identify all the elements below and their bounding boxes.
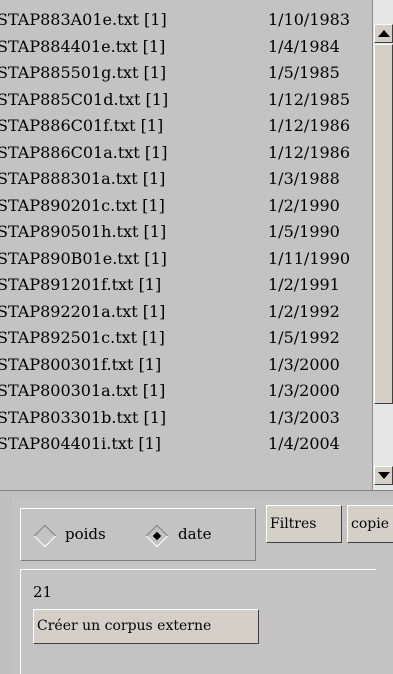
- list-item[interactable]: STAP890B01e.txt [1] 1/11/1990: [0, 246, 372, 273]
- file-name: STAP884401e.txt [1]: [0, 36, 166, 56]
- file-listbox[interactable]: STAP883A01e.txt [1] 1/10/1983 STAP884401e.…: [0, 0, 393, 491]
- file-name: STAP888301a.txt [1]: [0, 169, 166, 188]
- file-date: 1/12/1986: [268, 116, 351, 135]
- list-item[interactable]: STAP886C01a.txt [1] 1/12/1986: [0, 140, 372, 167]
- file-date: 1/11/1990: [268, 248, 351, 268]
- scroll-up-button[interactable]: [374, 24, 393, 43]
- list-item[interactable]: STAP884401e.txt [1] 1/4/1984: [0, 34, 372, 61]
- file-name: STAP800301f.txt [1]: [0, 354, 162, 374]
- list-item[interactable]: STAP886C01f.txt [1] 1/12/1986: [0, 113, 372, 140]
- creer-corpus-button[interactable]: Créer un corpus externe: [33, 609, 259, 644]
- file-name: STAP883A01e.txt [1]: [0, 10, 167, 29]
- list-item[interactable]: STAP803301b.txt [1] 1/3/2003: [0, 405, 372, 432]
- list-item[interactable]: STAP892201a.txt [1] 1/2/1992: [0, 299, 372, 326]
- list-item[interactable]: STAP885501g.txt [1] 1/5/1985: [0, 60, 372, 87]
- file-name: STAP803301b.txt [1]: [0, 407, 167, 427]
- arrow-up-icon: [378, 30, 390, 37]
- scroll-down-button[interactable]: [374, 466, 393, 485]
- arrow-down-icon: [378, 472, 390, 479]
- list-item[interactable]: STAP800301f.txt [1] 1/3/2000: [0, 352, 372, 379]
- file-name: STAP886C01a.txt [1]: [0, 142, 168, 162]
- list-item[interactable]: STAP804401i.txt [1] 1/4/2004: [0, 431, 372, 458]
- list-item[interactable]: STAP890201c.txt [1] 1/2/1990: [0, 193, 372, 220]
- list-item[interactable]: STAP888301a.txt [1] 1/3/1988: [0, 166, 372, 193]
- list-item[interactable]: STAP883A01e.txt [1] 1/10/1983: [0, 7, 372, 34]
- scrollbar-thumb[interactable]: [374, 44, 393, 404]
- list-item[interactable]: STAP890501h.txt [1] 1/5/1990: [0, 219, 372, 246]
- radio-poids-label: poids: [65, 525, 106, 543]
- file-date: 1/12/1986: [268, 142, 351, 162]
- file-date: 1/4/1984: [268, 36, 340, 56]
- count-value: 21: [33, 583, 53, 601]
- file-date: 1/4/2004: [268, 434, 340, 453]
- file-name: STAP890B01e.txt [1]: [0, 248, 167, 268]
- file-date: 1/3/1988: [268, 169, 340, 188]
- file-date: 1/3/2000: [268, 354, 340, 374]
- file-name: STAP891201f.txt [1]: [0, 275, 162, 294]
- vertical-scrollbar[interactable]: [372, 0, 393, 490]
- file-name: STAP890501h.txt [1]: [0, 222, 167, 241]
- list-item[interactable]: STAP892501c.txt [1] 1/5/1992: [0, 325, 372, 352]
- filtres-button[interactable]: Filtres: [266, 505, 342, 543]
- sort-radio-group: poids date: [20, 508, 256, 561]
- file-date: 1/10/1983: [268, 10, 351, 29]
- list-item[interactable]: STAP885C01d.txt [1] 1/12/1985: [0, 87, 372, 114]
- file-date: 1/2/1992: [268, 301, 340, 321]
- file-date: 1/3/2000: [268, 381, 340, 400]
- file-name: STAP892201a.txt [1]: [0, 301, 166, 321]
- file-date: 1/12/1985: [268, 89, 351, 109]
- radio-selected-dot-icon: [152, 531, 162, 541]
- file-date: 1/3/2003: [268, 407, 340, 427]
- file-name: STAP885C01d.txt [1]: [0, 89, 169, 109]
- copie-button[interactable]: copie: [347, 505, 393, 543]
- file-name: STAP892501c.txt [1]: [0, 328, 165, 347]
- file-name: STAP886C01f.txt [1]: [0, 116, 164, 135]
- file-rows: STAP883A01e.txt [1] 1/10/1983 STAP884401e.…: [0, 7, 372, 458]
- file-name: STAP890201c.txt [1]: [0, 195, 165, 215]
- file-date: 1/5/1990: [268, 222, 340, 241]
- file-date: 1/5/1985: [268, 63, 340, 82]
- file-date: 1/5/1992: [268, 328, 340, 347]
- file-date: 1/2/1990: [268, 195, 340, 215]
- file-date: 1/2/1991: [268, 275, 340, 294]
- radio-date-label: date: [178, 525, 212, 543]
- radio-poids[interactable]: [33, 524, 57, 548]
- file-name: STAP804401i.txt [1]: [0, 434, 161, 453]
- list-item[interactable]: STAP800301a.txt [1] 1/3/2000: [0, 378, 372, 405]
- radio-date[interactable]: [145, 524, 169, 548]
- list-item[interactable]: STAP891201f.txt [1] 1/2/1991: [0, 272, 372, 299]
- file-name: STAP800301a.txt [1]: [0, 381, 166, 400]
- file-name: STAP885501g.txt [1]: [0, 63, 167, 82]
